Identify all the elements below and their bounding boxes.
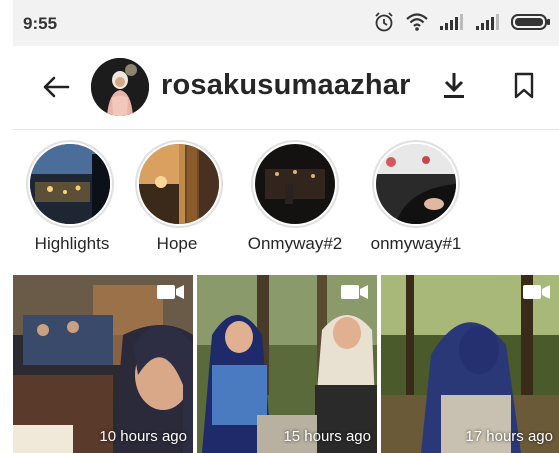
highlight-thumbnail [30,144,110,224]
video-camera-icon [341,283,369,306]
download-icon [444,73,464,98]
highlight-label: Hope [156,234,198,253]
story-timestamp: 10 hours ago [99,428,187,445]
avatar[interactable] [91,58,149,116]
bookmark-button[interactable] [507,68,541,104]
profile-username: rosakusumaazhar [161,69,411,101]
status-icons [373,11,551,38]
highlight-ring [26,140,114,228]
story-tile[interactable]: 15 hours ago [197,275,377,453]
download-button[interactable] [437,68,471,104]
highlight-label: Highlights [34,234,110,253]
signal-icon [439,13,465,36]
highlight-thumbnail [139,144,219,224]
highlight-thumbnail [376,144,456,224]
highlight-ring [251,140,339,228]
highlight-thumbnail [255,144,335,224]
arrow-left-icon [43,76,70,98]
story-timestamp: 15 hours ago [283,428,371,445]
status-time: 9:55 [23,14,58,33]
story-tile[interactable]: 17 hours ago [381,275,559,453]
video-camera-icon [523,283,551,306]
highlight-ring [135,140,223,228]
status-bar: 9:55 [13,0,559,46]
highlight-label: onmyway#1 [370,234,462,253]
story-timestamp: 17 hours ago [465,428,553,445]
story-grid: 10 hours ago 15 hours ago 17 hours ago [13,275,559,453]
back-button[interactable] [39,70,73,104]
alarm-icon [373,11,395,38]
profile-header: rosakusumaazhar [13,46,559,130]
battery-icon [511,12,551,37]
phone-screen: 9:55 rosakusumaazhar Highlights Hope Onm… [13,0,559,453]
highlight-label: Onmyway#2 [247,234,343,253]
highlights-row: Highlights Hope Onmyway#2 onmyway#1 [13,136,559,268]
signal-icon [475,13,501,36]
video-camera-icon [157,283,185,306]
story-tile[interactable]: 10 hours ago [13,275,193,453]
highlight-ring [372,140,460,228]
bookmark-icon [514,72,534,99]
wifi-icon [405,12,429,37]
